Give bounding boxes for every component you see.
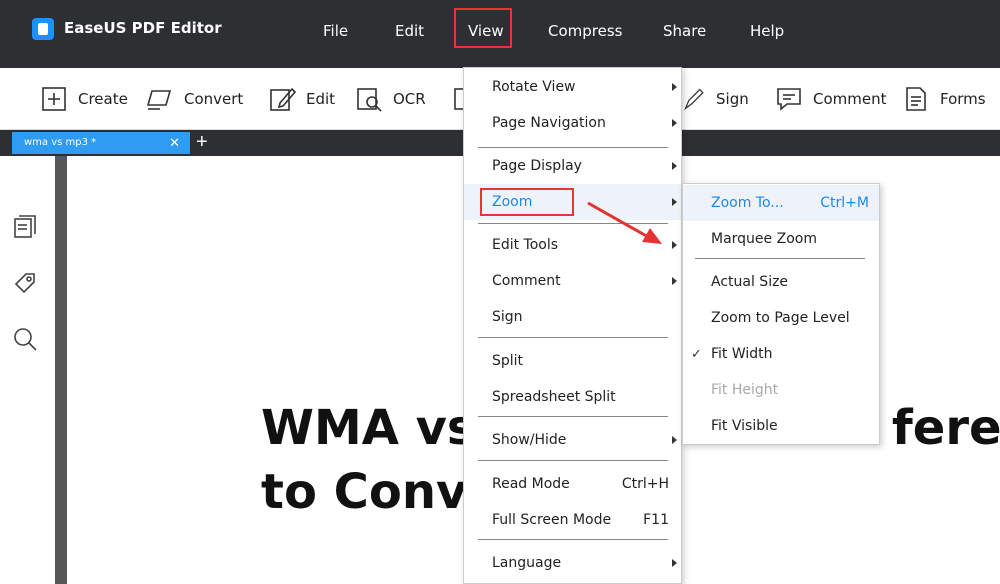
search-icon[interactable]: [12, 326, 38, 352]
split-label: Split: [492, 353, 524, 369]
title-bar: EaseUS PDF Editor File Edit View Compres…: [0, 0, 1000, 68]
zoom-submenu: Zoom To... Ctrl+M Marquee Zoom Actual Siz…: [682, 183, 880, 445]
edit-label: Edit: [306, 90, 336, 108]
menu-item-read-mode[interactable]: Read Mode Ctrl+H: [464, 466, 681, 502]
convert-button[interactable]: Convert: [146, 84, 243, 114]
full-screen-shortcut: F11: [643, 512, 669, 528]
submenu-arrow-icon: [672, 559, 677, 567]
create-button[interactable]: Create: [40, 84, 128, 114]
app-title: EaseUS PDF Editor: [64, 19, 222, 37]
create-label: Create: [78, 90, 128, 108]
comment-menu-label: Comment: [492, 273, 561, 289]
app-logo-icon: [32, 18, 54, 40]
menu-item-fit-height: Fit Height: [683, 372, 879, 408]
read-mode-label: Read Mode: [492, 476, 570, 492]
comment-button[interactable]: Comment: [775, 84, 887, 114]
convert-label: Convert: [184, 90, 244, 108]
menu-item-spreadsheet-split[interactable]: Spreadsheet Split: [464, 379, 681, 415]
ocr-label: OCR: [393, 90, 426, 108]
plus-square-icon: [42, 87, 66, 111]
menu-edit[interactable]: Edit: [395, 22, 424, 40]
marquee-zoom-label: Marquee Zoom: [711, 231, 817, 247]
menu-help[interactable]: Help: [750, 22, 784, 40]
menu-separator: [695, 258, 865, 259]
forms-icon: [906, 87, 926, 111]
zoom-to-shortcut: Ctrl+M: [820, 195, 869, 211]
submenu-arrow-icon: [672, 162, 677, 170]
menu-compress[interactable]: Compress: [548, 22, 622, 40]
page-navigation-label: Page Navigation: [492, 115, 606, 131]
submenu-arrow-icon: [672, 198, 677, 206]
document-tab[interactable]: wma vs mp3 * ✕: [12, 132, 190, 154]
menu-separator: [478, 223, 668, 224]
spreadsheet-split-label: Spreadsheet Split: [492, 389, 616, 405]
forms-button[interactable]: Forms: [902, 84, 986, 114]
menu-separator: [478, 539, 668, 540]
page-display-label: Page Display: [492, 158, 582, 174]
comment-bubble-icon: [777, 88, 801, 111]
submenu-arrow-icon: [672, 277, 677, 285]
menu-item-actual-size[interactable]: Actual Size: [683, 264, 879, 300]
menu-item-show-hide[interactable]: Show/Hide: [464, 422, 681, 458]
rotate-view-label: Rotate View: [492, 79, 576, 95]
zoom-to-page-level-label: Zoom to Page Level: [711, 310, 850, 326]
menu-item-comment[interactable]: Comment: [464, 263, 681, 299]
menu-item-zoom-to[interactable]: Zoom To... Ctrl+M: [683, 185, 879, 221]
show-hide-label: Show/Hide: [492, 432, 567, 448]
zoom-to-label: Zoom To...: [711, 195, 784, 211]
checkmark-icon: ✓: [691, 346, 702, 361]
menu-item-fit-width[interactable]: ✓ Fit Width: [683, 336, 879, 372]
menu-file[interactable]: File: [323, 22, 348, 40]
read-mode-shortcut: Ctrl+H: [621, 476, 669, 492]
view-menu: Rotate View Page Navigation Page Display…: [463, 67, 682, 584]
language-label: Language: [492, 555, 562, 571]
submenu-arrow-icon: [672, 83, 677, 91]
sign-label: Sign: [716, 90, 749, 108]
heading-line1-right: ferenc: [891, 400, 1000, 456]
fit-height-label: Fit Height: [711, 382, 779, 398]
menu-item-language[interactable]: Language: [464, 545, 681, 581]
sign-button[interactable]: Sign: [684, 84, 749, 114]
menu-item-edit-tools[interactable]: Edit Tools: [464, 227, 681, 263]
bookmark-tag-icon[interactable]: [12, 270, 38, 296]
menu-item-zoom-to-page-level[interactable]: Zoom to Page Level: [683, 300, 879, 336]
submenu-arrow-icon: [672, 436, 677, 444]
view-highlight-box: [454, 8, 512, 48]
menu-item-split[interactable]: Split: [464, 343, 681, 379]
menu-separator: [478, 460, 668, 461]
add-tab-icon[interactable]: +: [196, 130, 208, 154]
submenu-arrow-icon: [672, 119, 677, 127]
menu-separator: [478, 416, 668, 417]
edit-button[interactable]: Edit: [268, 84, 335, 114]
edit-tools-label: Edit Tools: [492, 237, 559, 253]
fit-visible-label: Fit Visible: [711, 418, 778, 434]
menu-item-page-navigation[interactable]: Page Navigation: [464, 105, 681, 141]
convert-icon: [146, 90, 172, 110]
submenu-arrow-icon: [672, 241, 677, 249]
menu-item-full-screen-mode[interactable]: Full Screen Mode F11: [464, 502, 681, 538]
menu-item-sign[interactable]: Sign: [464, 299, 681, 335]
menu-item-page-display[interactable]: Page Display: [464, 148, 681, 184]
comment-label: Comment: [813, 90, 887, 108]
menu-item-fit-visible[interactable]: Fit Visible: [683, 408, 879, 444]
tab-close-icon[interactable]: ✕: [169, 135, 180, 151]
menu-separator: [478, 337, 668, 338]
sign-menu-label: Sign: [492, 309, 523, 325]
forms-label: Forms: [940, 90, 986, 108]
side-panel: [0, 156, 55, 584]
ocr-scan-icon: [357, 88, 382, 112]
menu-item-rotate-view[interactable]: Rotate View: [464, 69, 681, 105]
full-screen-label: Full Screen Mode: [492, 512, 612, 528]
menu-share[interactable]: Share: [663, 22, 706, 40]
sign-pen-icon: [684, 88, 704, 111]
ocr-button[interactable]: OCR: [355, 84, 426, 114]
zoom-highlight-box: [480, 188, 574, 216]
fit-width-label: Fit Width: [711, 346, 773, 362]
menu-item-marquee-zoom[interactable]: Marquee Zoom: [683, 221, 879, 257]
actual-size-label: Actual Size: [711, 274, 789, 290]
edit-pencil-icon: [270, 87, 296, 111]
thumbnails-icon[interactable]: [12, 214, 38, 240]
tab-label: wma vs mp3 *: [24, 137, 97, 148]
